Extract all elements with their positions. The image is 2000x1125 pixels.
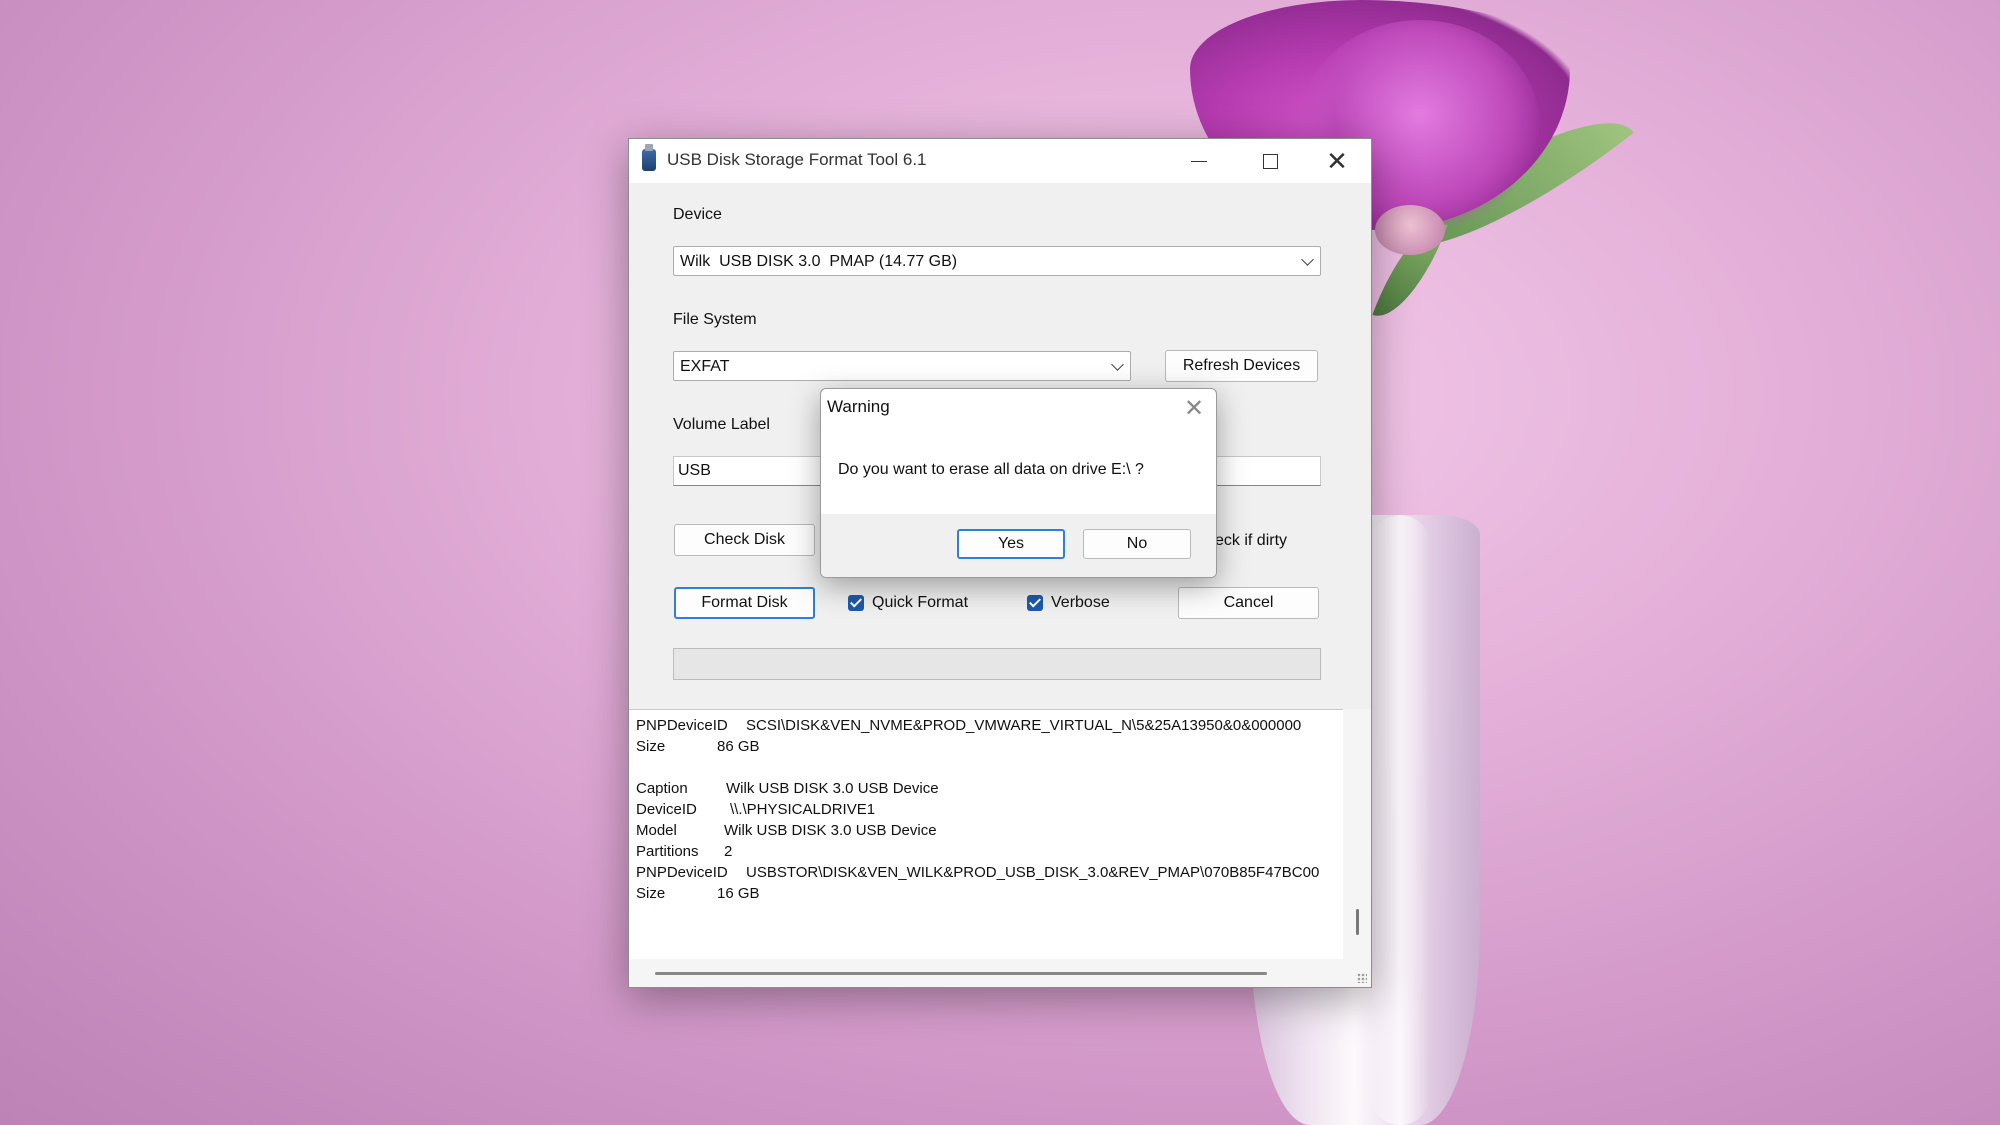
device-dropdown[interactable]: Wilk USB DISK 3.0 PMAP (14.77 GB) <box>673 246 1321 276</box>
dialog-message: Do you want to erase all data on drive E… <box>838 461 1144 478</box>
log-line: PNPDeviceID SCSI\DISK&VEN_NVME&PROD_VMWAR… <box>636 717 1302 734</box>
background-flower-bud <box>1375 205 1445 255</box>
file-system-dropdown[interactable]: EXFAT <box>673 351 1131 381</box>
minimize-button[interactable] <box>1165 139 1233 183</box>
log-output[interactable]: PNPDeviceID SCSI\DISK&VEN_NVME&PROD_VMWAR… <box>629 709 1343 960</box>
cancel-button[interactable]: Cancel <box>1178 587 1319 619</box>
scrollbar-thumb[interactable] <box>1356 909 1359 935</box>
chevron-down-icon <box>1301 253 1314 266</box>
background-vase-highlight <box>1370 515 1430 1125</box>
refresh-devices-button[interactable]: Refresh Devices <box>1165 350 1318 382</box>
device-label: Device <box>673 206 722 223</box>
title-bar[interactable]: USB Disk Storage Format Tool 6.1 ✕ <box>629 139 1371 183</box>
format-progress-bar <box>673 648 1321 680</box>
usb-drive-icon <box>642 144 656 171</box>
log-horizontal-scrollbar[interactable] <box>629 959 1371 987</box>
device-selected-value: Wilk USB DISK 3.0 PMAP (14.77 GB) <box>680 253 958 270</box>
log-line: Partitions 2 <box>636 843 733 860</box>
close-button[interactable]: ✕ <box>1303 139 1371 183</box>
resize-grip-icon[interactable] <box>1357 973 1367 983</box>
check-disk-button[interactable]: Check Disk <box>674 524 815 556</box>
yes-button[interactable]: Yes <box>957 529 1065 559</box>
window-title: USB Disk Storage Format Tool 6.1 <box>667 150 927 169</box>
log-line: Caption Wilk USB DISK 3.0 USB Device <box>636 780 939 797</box>
dialog-close-button[interactable]: ✕ <box>1179 393 1209 423</box>
volume-label-label: Volume Label <box>673 416 770 433</box>
file-system-selected-value: EXFAT <box>680 358 730 375</box>
check-if-dirty-label[interactable]: eck if dirty <box>1215 532 1287 550</box>
maximize-icon <box>1262 153 1278 169</box>
verbose-checkbox[interactable] <box>1027 595 1043 611</box>
close-icon: ✕ <box>1326 146 1348 176</box>
no-button[interactable]: No <box>1083 529 1191 559</box>
dialog-title: Warning <box>827 397 890 416</box>
maximize-button[interactable] <box>1236 139 1304 183</box>
log-line: Size 86 GB <box>636 738 760 755</box>
verbose-label[interactable]: Verbose <box>1051 594 1110 612</box>
close-icon: ✕ <box>1183 394 1205 422</box>
file-system-label: File System <box>673 311 757 328</box>
chevron-down-icon <box>1111 358 1124 371</box>
log-line: PNPDeviceID USBSTOR\DISK&VEN_WILK&PROD_US… <box>636 864 1320 881</box>
log-line: DeviceID \\.\PHYSICALDRIVE1 <box>636 801 876 818</box>
warning-dialog: Warning ✕ Do you want to erase all data … <box>820 388 1217 578</box>
quick-format-checkbox[interactable] <box>848 595 864 611</box>
log-line: Model Wilk USB DISK 3.0 USB Device <box>636 822 937 839</box>
log-line: Size 16 GB <box>636 885 760 902</box>
quick-format-label[interactable]: Quick Format <box>872 594 968 612</box>
log-vertical-scrollbar[interactable] <box>1343 709 1371 959</box>
dialog-footer: Yes No <box>821 514 1216 577</box>
scrollbar-thumb[interactable] <box>655 972 1267 975</box>
minimize-icon <box>1191 160 1207 162</box>
format-disk-button[interactable]: Format Disk <box>674 587 815 619</box>
